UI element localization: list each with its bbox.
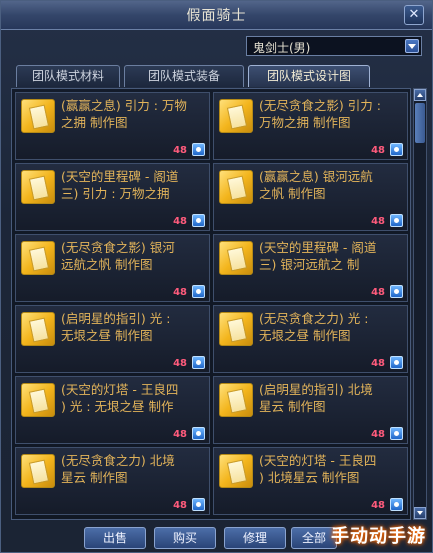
currency-icon xyxy=(192,427,205,440)
currency-icon xyxy=(192,356,205,369)
list-item[interactable]: (天空的灯塔 - 王良四 ) 北境星云 制作图 48 xyxy=(213,447,408,515)
scroll-down-icon[interactable] xyxy=(414,507,426,519)
currency-icon xyxy=(390,214,403,227)
item-name: (无尽贪食之影) 引力 : 万物之拥 制作图 xyxy=(259,98,381,130)
item-name: (启明星的指引) 光 : 无垠之昼 制作图 xyxy=(61,311,171,343)
item-cost: 48 xyxy=(173,145,187,156)
item-cost: 48 xyxy=(371,216,385,227)
item-cost: 48 xyxy=(173,358,187,369)
design-scroll-icon xyxy=(219,312,253,346)
currency-icon xyxy=(390,427,403,440)
shop-window: 假面骑士 ✕ 鬼剑士(男) 团队模式材料 团队模式装备 团队模式设计图 (赢赢之… xyxy=(0,0,433,553)
item-list: (赢赢之息) 引力 : 万物 之拥 制作图 48 (无尽贪食之影) 引力 : 万… xyxy=(11,88,411,520)
list-item[interactable]: (天空的灯塔 - 王良四 ) 光 : 无垠之昼 制作 48 xyxy=(15,376,210,444)
design-scroll-icon xyxy=(21,454,55,488)
currency-icon xyxy=(390,143,403,156)
item-cost: 48 xyxy=(371,145,385,156)
design-scroll-icon xyxy=(21,383,55,417)
item-cost: 48 xyxy=(173,287,187,298)
currency-icon xyxy=(390,285,403,298)
currency-icon xyxy=(192,285,205,298)
item-name: (天空的灯塔 - 王良四 ) 北境星云 制作图 xyxy=(259,453,377,485)
item-cost: 48 xyxy=(371,287,385,298)
item-cost: 48 xyxy=(371,429,385,440)
tab-team-design[interactable]: 团队模式设计图 xyxy=(248,65,370,87)
sell-button[interactable]: 出售 xyxy=(84,527,146,549)
tab-team-materials[interactable]: 团队模式材料 xyxy=(16,65,120,87)
list-item[interactable]: (无尽贪食之力) 光 : 无垠之昼 制作图 48 xyxy=(213,305,408,373)
list-item[interactable]: (无尽贪食之影) 引力 : 万物之拥 制作图 48 xyxy=(213,92,408,160)
item-name: (天空的里程碑 - 阁道 三) 引力 : 万物之拥 xyxy=(61,169,179,201)
scroll-thumb[interactable] xyxy=(415,103,425,143)
item-cost: 48 xyxy=(371,500,385,511)
item-name: (天空的里程碑 - 阁道 三) 银河远航之 制 xyxy=(259,240,377,272)
scroll-up-icon[interactable] xyxy=(414,89,426,101)
item-name: (启明星的指引) 北境 星云 制作图 xyxy=(259,382,373,414)
currency-icon xyxy=(192,498,205,511)
design-scroll-icon xyxy=(21,241,55,275)
currency-icon xyxy=(192,143,205,156)
window-title: 假面骑士 xyxy=(186,8,247,24)
dropdown-arrow-icon[interactable] xyxy=(405,39,419,53)
design-scroll-icon xyxy=(219,454,253,488)
design-scroll-icon xyxy=(219,99,253,133)
design-scroll-icon xyxy=(219,383,253,417)
list-item[interactable]: (天空的里程碑 - 阁道 三) 引力 : 万物之拥 48 xyxy=(15,163,210,231)
item-name: (无尽贪食之力) 北境 星云 制作图 xyxy=(61,453,175,485)
repair-button[interactable]: 修理 xyxy=(224,527,286,549)
design-scroll-icon xyxy=(219,170,253,204)
close-icon[interactable]: ✕ xyxy=(404,5,424,25)
list-scrollbar[interactable] xyxy=(413,88,427,520)
currency-icon xyxy=(390,498,403,511)
item-name: (天空的灯塔 - 王良四 ) 光 : 无垠之昼 制作 xyxy=(61,382,179,414)
title-bar[interactable]: 假面骑士 ✕ xyxy=(1,1,432,30)
item-name: (无尽贪食之力) 光 : 无垠之昼 制作图 xyxy=(259,311,369,343)
item-name: (无尽贪食之影) 银河 远航之帆 制作图 xyxy=(61,240,175,272)
item-cost: 48 xyxy=(173,500,187,511)
list-item[interactable]: (赢赢之息) 银河远航 之帆 制作图 48 xyxy=(213,163,408,231)
design-scroll-icon xyxy=(219,241,253,275)
item-cost: 48 xyxy=(371,358,385,369)
design-scroll-icon xyxy=(21,99,55,133)
item-name: (赢赢之息) 引力 : 万物 之拥 制作图 xyxy=(61,98,187,130)
list-item[interactable]: (无尽贪食之影) 银河 远航之帆 制作图 48 xyxy=(15,234,210,302)
item-cost: 48 xyxy=(173,429,187,440)
currency-icon xyxy=(192,214,205,227)
list-item[interactable]: (天空的里程碑 - 阁道 三) 银河远航之 制 48 xyxy=(213,234,408,302)
currency-icon xyxy=(390,356,403,369)
buy-button[interactable]: 购买 xyxy=(154,527,216,549)
list-item[interactable]: (赢赢之息) 引力 : 万物 之拥 制作图 48 xyxy=(15,92,210,160)
site-watermark: 手动动手游 xyxy=(331,526,426,547)
item-name: (赢赢之息) 银河远航 之帆 制作图 xyxy=(259,169,373,201)
design-scroll-icon xyxy=(21,170,55,204)
list-item[interactable]: (启明星的指引) 北境 星云 制作图 48 xyxy=(213,376,408,444)
list-item[interactable]: (无尽贪食之力) 北境 星云 制作图 48 xyxy=(15,447,210,515)
job-select[interactable]: 鬼剑士(男) xyxy=(246,36,422,56)
item-cost: 48 xyxy=(173,216,187,227)
job-select-value: 鬼剑士(男) xyxy=(253,41,311,55)
list-item[interactable]: (启明星的指引) 光 : 无垠之昼 制作图 48 xyxy=(15,305,210,373)
tab-team-equipment[interactable]: 团队模式装备 xyxy=(124,65,244,87)
design-scroll-icon xyxy=(21,312,55,346)
